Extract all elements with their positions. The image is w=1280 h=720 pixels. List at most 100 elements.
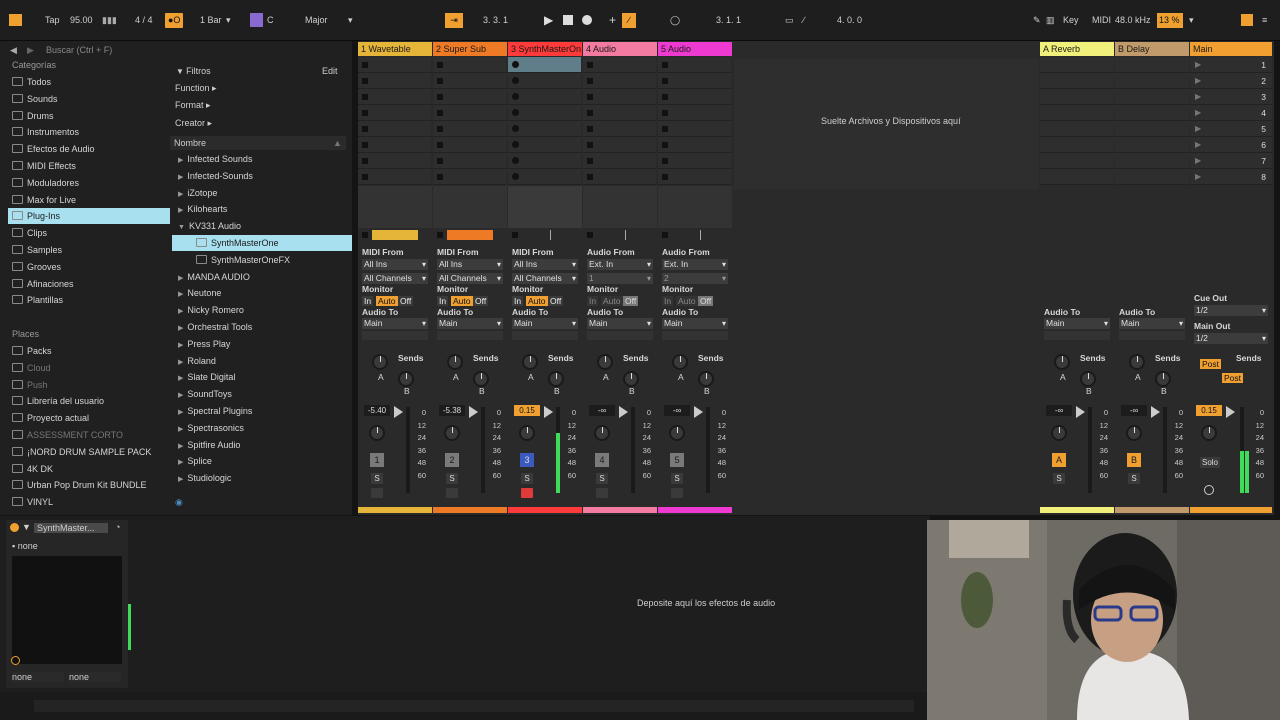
clip-stop-icon[interactable] bbox=[362, 110, 368, 116]
loop-length-field[interactable]: 4. 0. 0 bbox=[837, 13, 862, 28]
input-type-select[interactable]: Ext. In bbox=[587, 259, 653, 270]
clip-slot[interactable] bbox=[658, 153, 731, 169]
main-out-select[interactable]: 1/2 bbox=[1194, 333, 1268, 344]
clip-stop-icon[interactable] bbox=[662, 110, 668, 116]
browser-item[interactable]: SynthMasterOne bbox=[172, 235, 352, 251]
category-item[interactable]: Todos bbox=[8, 74, 168, 90]
solo-button[interactable]: S bbox=[596, 473, 608, 484]
send-a-knob[interactable] bbox=[1054, 354, 1070, 370]
scene-launch-icon[interactable]: ▶ bbox=[1195, 60, 1201, 69]
midi-map-button[interactable]: MIDI bbox=[1092, 13, 1111, 28]
clip-slot[interactable] bbox=[358, 105, 431, 121]
category-item[interactable]: Clips bbox=[8, 225, 168, 241]
browser-item[interactable]: ▶ Splice bbox=[170, 453, 346, 469]
scene-row[interactable]: ▶ 5 bbox=[1190, 121, 1272, 137]
stop-icon[interactable] bbox=[563, 15, 573, 25]
scene-row[interactable]: ▶ 2 bbox=[1190, 73, 1272, 89]
clip-stop-icon[interactable] bbox=[362, 62, 368, 68]
category-item[interactable]: Moduladores bbox=[8, 175, 168, 191]
clip-slot[interactable] bbox=[358, 73, 431, 89]
metronome-button[interactable]: ●O bbox=[165, 13, 184, 28]
clip-stop-icon[interactable] bbox=[587, 174, 593, 180]
scene-launch-icon[interactable]: ▶ bbox=[1195, 140, 1201, 149]
browser-item[interactable]: ▶ Infected-Sounds bbox=[170, 168, 346, 184]
clip-stop-icon[interactable] bbox=[437, 62, 443, 68]
input-channel-select[interactable]: All Channels bbox=[512, 273, 578, 284]
clip-slot[interactable] bbox=[658, 169, 731, 185]
pencil-icon[interactable]: ✎ bbox=[1033, 13, 1041, 28]
track-activator[interactable]: 5 bbox=[670, 453, 684, 467]
pan-knob[interactable] bbox=[1051, 425, 1067, 441]
scene-row[interactable]: ▶ 4 bbox=[1190, 105, 1272, 121]
category-item[interactable]: Efectos de Audio bbox=[8, 141, 168, 157]
input-type-select[interactable]: All Ins bbox=[437, 259, 503, 270]
browser-item[interactable]: ▶ MANDA AUDIO bbox=[170, 269, 346, 285]
clip-slot[interactable] bbox=[583, 105, 656, 121]
arm-button[interactable] bbox=[371, 488, 383, 498]
volume-field[interactable]: -∞ bbox=[1121, 405, 1147, 416]
clip-slot[interactable] bbox=[433, 89, 506, 105]
volume-fader-icon[interactable] bbox=[619, 406, 628, 418]
volume-fader-icon[interactable] bbox=[544, 406, 553, 418]
pan-knob[interactable] bbox=[594, 425, 610, 441]
filters-toggle[interactable]: ▼ Filtros bbox=[176, 66, 211, 76]
sort-icon[interactable]: ▲ bbox=[333, 138, 342, 148]
device-title[interactable]: SynthMaster... bbox=[34, 523, 108, 533]
menu-icon[interactable] bbox=[9, 14, 22, 26]
send-b-knob[interactable] bbox=[473, 371, 489, 387]
main-header[interactable]: Main bbox=[1190, 42, 1272, 56]
clip-slot[interactable] bbox=[433, 169, 506, 185]
send-b-knob[interactable] bbox=[548, 371, 564, 387]
clip-stop-icon[interactable] bbox=[587, 62, 593, 68]
clip-slot[interactable] bbox=[508, 105, 581, 121]
arm-button[interactable] bbox=[596, 488, 608, 498]
clip-stop-icon[interactable] bbox=[437, 174, 443, 180]
forward-icon[interactable]: ▶ bbox=[27, 45, 34, 56]
pan-knob[interactable] bbox=[1126, 425, 1142, 441]
place-item[interactable]: Cloud bbox=[8, 360, 168, 376]
clip-slot[interactable] bbox=[658, 121, 731, 137]
clip-slot[interactable] bbox=[433, 73, 506, 89]
param-left[interactable]: none bbox=[12, 672, 64, 682]
browser-item[interactable]: ▶ Neutone bbox=[170, 285, 346, 301]
send-b-knob[interactable] bbox=[398, 371, 414, 387]
monitor-auto-button[interactable]: Auto bbox=[676, 296, 698, 306]
scene-row[interactable]: ▶ 7 bbox=[1190, 153, 1272, 169]
key-root-select[interactable]: C bbox=[267, 13, 274, 28]
output-select[interactable]: Main bbox=[662, 318, 728, 329]
browser-item[interactable]: ▶ Orchestral Tools bbox=[170, 319, 346, 335]
send-a-knob[interactable] bbox=[522, 354, 538, 370]
clip-slot[interactable] bbox=[358, 57, 431, 73]
clip-record-icon[interactable] bbox=[512, 141, 519, 148]
arm-button[interactable] bbox=[671, 488, 683, 498]
arrangement-position[interactable]: 3. 3. 1 bbox=[483, 13, 508, 28]
category-item[interactable]: Grooves bbox=[8, 259, 168, 275]
browser-item[interactable]: ▶ iZotope bbox=[170, 185, 346, 201]
pan-knob[interactable] bbox=[519, 425, 535, 441]
back-icon[interactable]: ◀ bbox=[10, 45, 17, 56]
monitor-in-button[interactable]: In bbox=[362, 296, 374, 306]
volume-field[interactable]: -∞ bbox=[589, 405, 615, 416]
clip-slot[interactable] bbox=[583, 169, 656, 185]
browser-item[interactable]: ▶ SoundToys bbox=[170, 386, 346, 402]
volume-fader-icon[interactable] bbox=[1226, 406, 1235, 418]
session-view-icon[interactable] bbox=[1241, 14, 1253, 26]
clip-stop-icon[interactable] bbox=[662, 174, 668, 180]
clip-slot[interactable] bbox=[583, 57, 656, 73]
param-right[interactable]: none bbox=[69, 672, 121, 682]
input-type-select[interactable]: All Ins bbox=[362, 259, 428, 270]
place-item[interactable]: ¡NORD DRUM SAMPLE PACK bbox=[8, 444, 168, 460]
output-select[interactable]: Main bbox=[1119, 318, 1185, 329]
filter-creator[interactable]: Creator ▸ bbox=[175, 118, 212, 129]
clip-slot[interactable] bbox=[508, 57, 581, 73]
monitor-off-button[interactable]: Off bbox=[698, 296, 714, 306]
track-header[interactable]: 4 Audio bbox=[583, 42, 657, 56]
keyboard-icon[interactable]: ▥ bbox=[1046, 13, 1055, 28]
input-channel-select[interactable]: All Channels bbox=[362, 273, 428, 284]
scene-launch-icon[interactable]: ▶ bbox=[1195, 92, 1201, 101]
tempo-field[interactable]: 95.00 bbox=[70, 13, 93, 28]
pan-knob[interactable] bbox=[1201, 425, 1217, 441]
monitor-auto-button[interactable]: Auto bbox=[451, 296, 473, 306]
scene-row[interactable]: ▶ 3 bbox=[1190, 89, 1272, 105]
volume-field[interactable]: 0.15 bbox=[1196, 405, 1222, 416]
